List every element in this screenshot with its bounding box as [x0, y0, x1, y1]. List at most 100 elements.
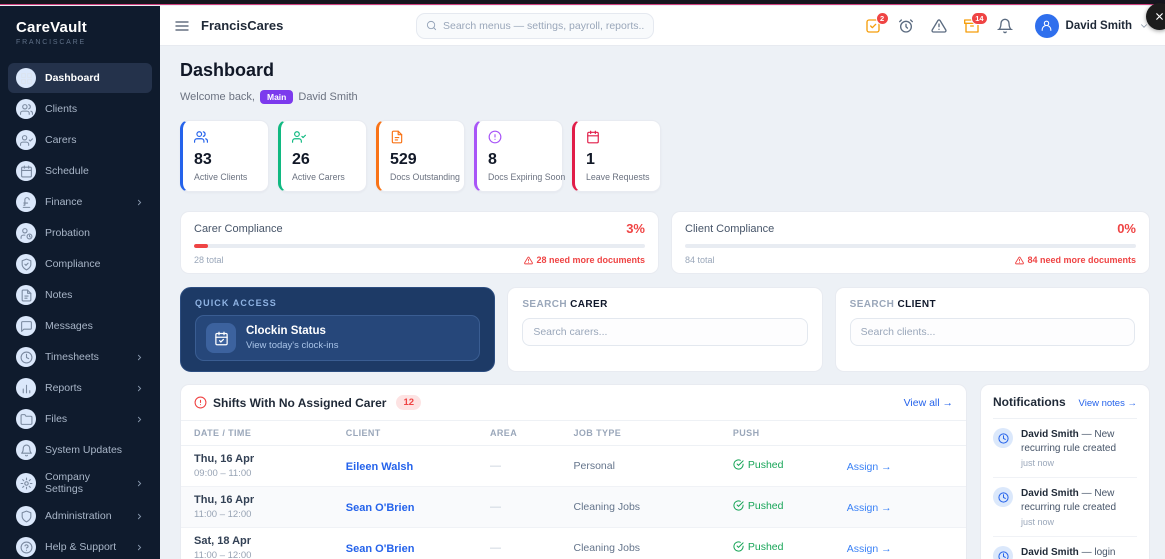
stat-label: Active Clients	[194, 172, 248, 182]
global-search-input[interactable]	[443, 19, 644, 32]
user-menu[interactable]: David Smith	[1034, 13, 1149, 38]
sidebar-item-notes[interactable]: Notes	[8, 280, 152, 310]
sidebar-item-clients[interactable]: Clients	[8, 94, 152, 124]
sidebar-item-reports[interactable]: Reports	[8, 373, 152, 403]
sidebar-item-help-support[interactable]: Help & Support	[8, 532, 152, 559]
sidebar-item-system-updates[interactable]: System Updates	[8, 435, 152, 465]
global-search[interactable]	[416, 12, 654, 39]
notification-item[interactable]: David Smith — New recurring rule created…	[993, 419, 1137, 478]
sidebar-item-label: Finance	[45, 196, 83, 208]
chevron-right-icon	[135, 415, 144, 424]
stat-card-leave-requests[interactable]: 1 Leave Requests	[572, 120, 661, 192]
search-carer-input[interactable]	[522, 318, 808, 346]
logo-title: CareVault	[16, 19, 87, 36]
shifts-count-badge: 12	[396, 395, 422, 410]
quick-access-heading: QUICK ACCESS	[195, 298, 277, 308]
stat-label: Docs Outstanding	[390, 172, 460, 182]
shift-time: 11:00 – 12:00	[194, 550, 252, 559]
dashboard-content: Dashboard Welcome back, Main David Smith…	[160, 46, 1165, 559]
tile-subtitle: View today's clock-ins	[246, 340, 339, 351]
sidebar-item-label: Schedule	[45, 165, 89, 177]
grid-icon	[16, 68, 36, 88]
chevron-right-icon	[135, 198, 144, 207]
sidebar-item-compliance[interactable]: Compliance	[8, 249, 152, 279]
sidebar-item-label: Reports	[45, 382, 82, 394]
sidebar-item-label: Notes	[45, 289, 73, 301]
calendar-icon	[16, 161, 36, 181]
sidebar-item-files[interactable]: Files	[8, 404, 152, 434]
shift-row: Sat, 18 Apr 11:00 – 12:00 Sean O'Brien —…	[181, 527, 966, 559]
search-client-label: SEARCH CLIENT	[849, 299, 936, 310]
tile-title: Clockin Status	[246, 325, 326, 337]
main-badge: Main	[260, 90, 294, 104]
sidebar-item-label: Help & Support	[45, 541, 117, 553]
sidebar-item-dashboard[interactable]: Dashboard	[8, 63, 152, 93]
sidebar-item-label: Compliance	[45, 258, 101, 270]
assign-link[interactable]: Assign →	[847, 461, 892, 473]
notification-item[interactable]: David Smith — login USER 2m ago	[993, 537, 1137, 559]
assign-link[interactable]: Assign →	[847, 502, 892, 514]
shift-job-type: Personal	[573, 460, 615, 472]
sidebar-item-messages[interactable]: Messages	[8, 311, 152, 341]
file-icon	[390, 130, 458, 144]
client-link[interactable]: Sean O'Brien	[346, 543, 415, 555]
notification-actor: David Smith	[1021, 547, 1079, 558]
stat-card-active-clients[interactable]: 83 Active Clients	[180, 120, 269, 192]
notifications-title: Notifications	[993, 395, 1066, 409]
notification-actor: David Smith	[1021, 429, 1079, 440]
clockins-button[interactable]	[898, 18, 914, 34]
compliance-warning: 28 need more documents	[524, 255, 645, 265]
sidebar-item-schedule[interactable]: Schedule	[8, 156, 152, 186]
assign-link[interactable]: Assign →	[847, 543, 892, 555]
sidebar-item-label: Timesheets	[45, 351, 99, 363]
notifications-button[interactable]	[997, 18, 1013, 34]
shift-date: Sat, 18 Apr	[194, 535, 252, 547]
menu-toggle-button[interactable]	[174, 18, 190, 34]
client-link[interactable]: Eileen Walsh	[346, 461, 413, 473]
sidebar-item-company-settings[interactable]: Company Settings	[8, 466, 152, 500]
stat-card-docs-outstanding[interactable]: 529 Docs Outstanding	[376, 120, 465, 192]
sidebar-item-label: Dashboard	[45, 72, 100, 84]
stat-value: 529	[390, 151, 417, 168]
search-carer-card: SEARCH CARER	[507, 287, 823, 372]
sidebar-item-label: System Updates	[45, 444, 123, 456]
sidebar-item-administration[interactable]: Administration	[8, 501, 152, 531]
stats-row: 83 Active Clients 26 Active Carers 529 D…	[180, 120, 1150, 192]
tasks-button[interactable]: 2	[865, 11, 889, 34]
clockin-status-tile[interactable]: Clockin Status View today's clock-ins	[195, 315, 481, 361]
inbox-button[interactable]: 14	[964, 11, 988, 34]
pushed-status: Pushed	[733, 459, 783, 471]
notification-item[interactable]: David Smith — New recurring rule created…	[993, 478, 1137, 537]
stat-card-active-carers[interactable]: 26 Active Carers	[278, 120, 367, 192]
shift-time: 09:00 – 11:00	[194, 468, 252, 479]
compliance-percent: 3%	[626, 221, 645, 236]
pushed-status: Pushed	[733, 500, 783, 512]
sidebar-item-timesheets[interactable]: Timesheets	[8, 342, 152, 372]
notifications-panel: Notifications View notes → David Smith —…	[980, 384, 1150, 559]
alerts-button[interactable]	[931, 18, 947, 34]
hamburger-icon	[174, 18, 190, 34]
view-all-link[interactable]: View all →	[904, 397, 953, 409]
topbar: FrancisCares 2 14	[160, 6, 1165, 46]
compliance-title: Client Compliance	[685, 222, 775, 235]
shift-area: —	[490, 501, 501, 513]
sidebar-item-finance[interactable]: Finance	[8, 187, 152, 217]
view-notes-link[interactable]: View notes →	[1079, 398, 1137, 409]
shift-date: Thu, 16 Apr	[194, 453, 255, 465]
shift-time: 11:00 – 12:00	[194, 509, 252, 520]
stat-card-docs-expiring-soon[interactable]: 8 Docs Expiring Soon	[474, 120, 565, 192]
stat-label: Leave Requests	[586, 172, 650, 182]
client-link[interactable]: Sean O'Brien	[346, 502, 415, 514]
progress-bar	[685, 244, 1136, 248]
sidebar-item-carers[interactable]: Carers	[8, 125, 152, 155]
notification-actor: David Smith	[1021, 488, 1079, 499]
clock-icon	[16, 347, 36, 367]
user-clock-icon	[16, 223, 36, 243]
clock-icon	[993, 428, 1013, 448]
search-client-input[interactable]	[849, 318, 1135, 346]
warning-triangle-icon	[931, 18, 947, 34]
sidebar-item-label: Administration	[45, 510, 112, 522]
sidebar-nav: Dashboard Clients Carers Schedule Financ…	[0, 62, 160, 559]
column-header: PUSH	[732, 428, 760, 438]
sidebar-item-probation[interactable]: Probation	[8, 218, 152, 248]
